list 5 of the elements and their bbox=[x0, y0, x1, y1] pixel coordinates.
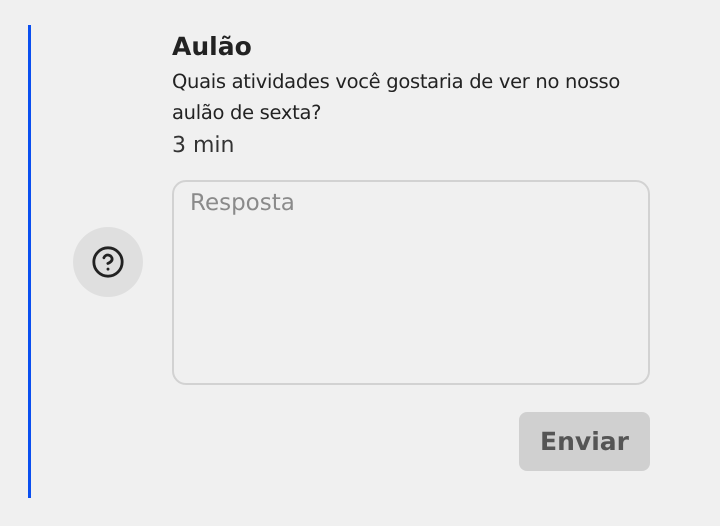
question-text: Quais atividades você gostaria de ver no nosso aulão de sexta? bbox=[172, 69, 622, 126]
answer-field[interactable]: Resposta bbox=[172, 180, 650, 385]
post-title: Aulão bbox=[172, 31, 253, 63]
help-icon bbox=[91, 244, 125, 278]
time-label: 3 min bbox=[172, 132, 236, 160]
